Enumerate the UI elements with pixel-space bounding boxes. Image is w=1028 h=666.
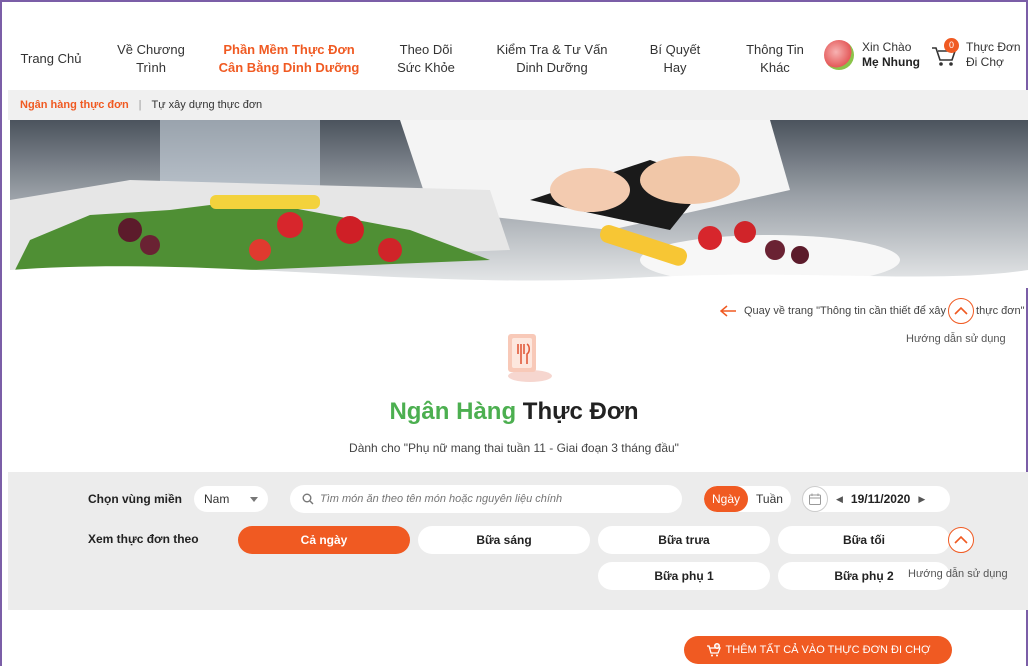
meal-dinner[interactable]: Bữa tối xyxy=(778,526,950,554)
user-name: Mẹ Nhung xyxy=(862,55,920,69)
back-link[interactable]: Quay về trang "Thông tin cần thiết để xâ… xyxy=(720,298,1024,324)
cart-count-badge: 0 xyxy=(944,38,959,53)
cart-add-icon xyxy=(706,643,721,657)
toggle-day[interactable]: Ngày xyxy=(704,486,749,512)
region-select[interactable]: Nam xyxy=(194,486,268,512)
prev-date-button[interactable]: ◀ xyxy=(836,494,843,505)
hero-banner xyxy=(10,120,1028,288)
add-all-label: THÊM TẤT CẢ VÀO THỰC ĐƠN ĐI CHỢ xyxy=(725,644,931,656)
back-arrow-icon xyxy=(720,305,736,317)
meal-all-day[interactable]: Cả ngày xyxy=(238,526,410,554)
nav-tips[interactable]: Bí Quyết Hay xyxy=(636,41,714,77)
nav-health-tracking[interactable]: Theo Dõi Sức Khỏe xyxy=(386,41,466,77)
search-input[interactable] xyxy=(320,493,660,505)
toggle-week[interactable]: Tuần xyxy=(748,486,791,512)
greeting-text: Xin Chào xyxy=(862,40,912,54)
title-dark: Thực Đơn xyxy=(522,398,639,425)
page-subtitle: Dành cho "Phụ nữ mang thai tuần 11 - Gia… xyxy=(349,441,679,455)
nav-menu-software[interactable]: Phần Mềm Thực Đơn Cân Bằng Dinh Dưỡng xyxy=(214,41,364,77)
separator: | xyxy=(138,99,142,111)
date-value: 19/11/2020 xyxy=(850,492,911,506)
nav-nutrition-check[interactable]: Kiểm Tra & Tư Vấn Dinh Dưỡng xyxy=(484,41,620,77)
search-box[interactable] xyxy=(290,485,682,513)
region-value: Nam xyxy=(204,492,230,506)
nav-home[interactable]: Trang Chủ xyxy=(18,50,84,68)
nav-other-info[interactable]: Thông Tin Khác xyxy=(736,41,814,77)
nav-about[interactable]: Về Chương Trình xyxy=(108,41,194,77)
date-picker: ◀ 19/11/2020 ▶ xyxy=(802,486,950,512)
calendar-button[interactable] xyxy=(802,486,828,512)
user-greeting[interactable]: Xin Chào Mẹ Nhung xyxy=(824,40,920,70)
cart-label: Thực Đơn Đi Chợ xyxy=(966,40,1021,69)
avatar xyxy=(824,40,854,70)
breadcrumb: Ngân hàng thực đơn | Tự xây dựng thực đơ… xyxy=(8,90,1028,120)
chevron-up-icon xyxy=(954,535,968,544)
region-label: Chọn vùng miền xyxy=(88,492,182,506)
meal-breakfast[interactable]: Bữa sáng xyxy=(418,526,590,554)
chevron-up-icon xyxy=(954,306,968,315)
page-title: Ngân Hàng Thực Đơn xyxy=(0,398,1028,426)
scroll-up-button[interactable] xyxy=(948,298,975,324)
help-link-2[interactable]: Hướng dẫn sử dụng xyxy=(908,568,1008,580)
calendar-icon xyxy=(809,493,821,505)
subnav-build-menu[interactable]: Tự xây dựng thực đơn xyxy=(152,99,263,111)
menu-book-icon xyxy=(508,334,552,382)
view-by-label: Xem thực đơn theo xyxy=(88,532,199,546)
shopping-menu-button[interactable]: 0 Thực Đơn Đi Chợ xyxy=(930,38,1021,70)
day-week-toggle: Ngày Tuần xyxy=(704,486,791,512)
search-icon xyxy=(302,493,314,505)
back-link-text-tail: thực đơn" xyxy=(976,305,1025,317)
meal-snack-1[interactable]: Bữa phụ 1 xyxy=(598,562,770,590)
back-link-text: Quay về trang "Thông tin cần thiết để xâ… xyxy=(744,305,947,317)
help-link[interactable]: Hướng dẫn sử dụng xyxy=(906,333,1006,345)
add-all-to-shopping-button[interactable]: THÊM TẤT CẢ VÀO THỰC ĐƠN ĐI CHỢ xyxy=(684,636,952,664)
scroll-up-button-2[interactable] xyxy=(948,527,974,553)
banner-image xyxy=(10,120,1028,288)
title-green: Ngân Hàng xyxy=(389,398,517,425)
subnav-menu-bank[interactable]: Ngân hàng thực đơn xyxy=(20,99,129,111)
next-date-button[interactable]: ▶ xyxy=(918,494,925,505)
meal-lunch[interactable]: Bữa trưa xyxy=(598,526,770,554)
chevron-down-icon xyxy=(250,497,258,502)
